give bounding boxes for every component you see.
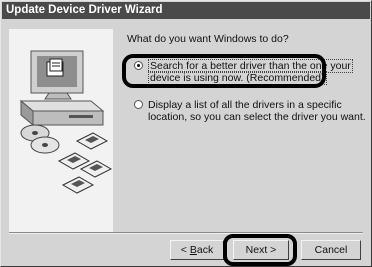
wizard-window: Update Device Driver Wizard What do you …: [0, 0, 372, 267]
option-label-line2: location, so you can select the driver y…: [148, 111, 366, 123]
window-title: Update Device Driver Wizard: [6, 4, 163, 16]
wizard-illustration: [9, 29, 113, 233]
back-mnemonic: B: [189, 244, 197, 256]
button-divider: [9, 232, 363, 234]
option-label-line1: Display a list of all the drivers in a s…: [148, 99, 342, 111]
cancel-button[interactable]: Cancel: [301, 240, 361, 260]
option-label[interactable]: Display a list of all the drivers in a s…: [148, 99, 366, 123]
back-prefix: <: [180, 244, 190, 256]
prompt-text: What do you want Windows to do?: [127, 33, 289, 45]
highlight-ring-recommended-option: [122, 54, 326, 88]
highlight-ring-next-button: [223, 234, 297, 266]
radio-button-unselected[interactable]: [134, 100, 143, 109]
title-bar[interactable]: Update Device Driver Wizard: [2, 2, 370, 19]
back-button[interactable]: < Back: [170, 240, 224, 260]
back-rest: ack: [196, 244, 214, 256]
